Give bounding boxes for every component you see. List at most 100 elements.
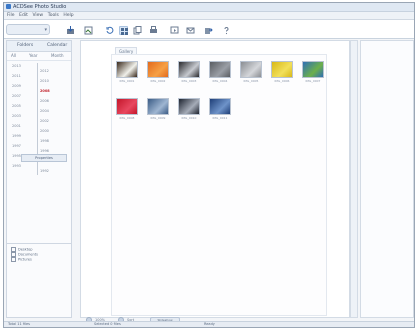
thumbnail-caption: IMG_0010: [181, 116, 197, 120]
folder-label: Pictures: [18, 257, 32, 262]
thumbnail[interactable]: IMG_0005: [240, 61, 262, 83]
folder-label: Documents: [18, 252, 38, 257]
thumbnail[interactable]: IMG_0007: [302, 61, 324, 83]
help-icon[interactable]: [222, 26, 231, 35]
tree-item[interactable]: 2011: [12, 74, 21, 78]
thumbnail-image: [116, 98, 138, 115]
sidebar-subtabs: All Year Month: [7, 52, 71, 61]
tree-item[interactable]: 2000: [40, 129, 49, 133]
menu-file[interactable]: File: [7, 13, 15, 18]
thumbnail-caption: IMG_0003: [181, 79, 197, 83]
gallery-icon[interactable]: [119, 26, 128, 35]
thumbnail-caption: IMG_0011: [212, 116, 228, 120]
tree-item[interactable]: 2003: [12, 114, 21, 118]
tree-item[interactable]: 2009: [12, 84, 21, 88]
right-panel: [360, 40, 414, 318]
tree-item[interactable]: 2007: [12, 94, 21, 98]
thumbnail[interactable]: IMG_0004: [209, 61, 231, 83]
thumbnail-image: [302, 61, 324, 78]
thumbnail-image: [240, 61, 262, 78]
tree-item[interactable]: 2013: [12, 64, 21, 68]
thumbnail-image: [178, 61, 200, 78]
thumbnail-image: [209, 61, 231, 78]
rotate-icon[interactable]: [105, 26, 114, 35]
tree-item[interactable]: 1993: [12, 164, 21, 168]
thumbnail-caption: IMG_0002: [150, 79, 166, 83]
subtab-all[interactable]: All: [11, 53, 16, 58]
menu-help[interactable]: Help: [63, 13, 73, 18]
tree-item[interactable]: 2001: [12, 124, 21, 128]
thumbnail-image: [209, 98, 231, 115]
status-bar: Total 11 files Selected 0 files Ready: [4, 321, 414, 327]
sidebar-divider: [7, 243, 71, 244]
tree-item[interactable]: 2012: [40, 69, 49, 73]
chevron-down-icon: ▾: [44, 27, 47, 33]
thumbnail[interactable]: IMG_0001: [116, 61, 138, 83]
thumbnail[interactable]: IMG_0008: [116, 98, 138, 120]
tab-folders[interactable]: Folders: [17, 43, 33, 48]
thumbnail-image: [178, 98, 200, 115]
thumbnail-caption: IMG_0009: [150, 116, 166, 120]
app-icon: [6, 4, 11, 9]
menu-view[interactable]: View: [32, 13, 43, 18]
thumbnail-image: [116, 61, 138, 78]
sidebar-tabs: Folders Calendar: [7, 41, 71, 52]
thumbnail[interactable]: IMG_0006: [271, 61, 293, 83]
thumbnail-caption: IMG_0008: [119, 116, 135, 120]
tree-item[interactable]: 1992: [40, 169, 49, 173]
status-total: Total 11 files: [8, 322, 31, 326]
subtab-year[interactable]: Year: [29, 53, 37, 58]
tree-item[interactable]: 2005: [12, 104, 21, 108]
app-window: ACDSee Photo Studio File Edit View Tools…: [3, 2, 415, 328]
thumbnail-image: [271, 61, 293, 78]
menu-bar: File Edit View Tools Help: [4, 12, 414, 20]
calendar-tree: 2013 2012 2011 2010 2009 2008 2007 2006 2005 2004…: [7, 61, 71, 183]
tree-item[interactable]: 1995: [12, 154, 21, 158]
menu-tools[interactable]: Tools: [48, 13, 59, 18]
thumbnail-caption: IMG_0001: [119, 79, 135, 83]
tree-item[interactable]: 1998: [40, 139, 49, 143]
thumbnail[interactable]: IMG_0002: [147, 61, 169, 83]
print-icon[interactable]: [149, 26, 158, 35]
thumbnail[interactable]: IMG_0009: [147, 98, 169, 120]
tree-item[interactable]: 2008: [40, 89, 50, 93]
tree-item[interactable]: 2006: [40, 99, 49, 103]
tree-item[interactable]: 2010: [40, 79, 49, 83]
content-pane: Gallery IMG_0001 IMG_0002 IMG_0003 IMG_0004…: [80, 40, 350, 318]
status-ready: Ready: [204, 322, 215, 326]
checkbox-icon[interactable]: [11, 257, 16, 262]
window-title: ACDSee Photo Studio: [13, 4, 67, 10]
email-icon[interactable]: [186, 26, 195, 35]
thumbnail-image: [147, 98, 169, 115]
sidebar: Folders Calendar All Year Month 2013 2012…: [6, 40, 72, 318]
status-selected: Selected 0 files: [94, 322, 121, 326]
content-scrollbar[interactable]: [350, 40, 358, 318]
tree-item[interactable]: 1999: [12, 134, 21, 138]
import-icon[interactable]: [66, 26, 75, 35]
title-bar: ACDSee Photo Studio: [4, 3, 414, 12]
slideshow-icon[interactable]: [170, 26, 179, 35]
thumbnail-caption: IMG_0004: [212, 79, 228, 83]
menu-edit[interactable]: Edit: [19, 13, 28, 18]
tree-item[interactable]: 1996: [40, 149, 49, 153]
tree-item[interactable]: 2004: [40, 109, 49, 113]
thumbnail[interactable]: IMG_0011: [209, 98, 231, 120]
folder-item[interactable]: Pictures: [11, 257, 67, 262]
subtab-month[interactable]: Month: [51, 53, 64, 58]
gallery-area: IMG_0001 IMG_0002 IMG_0003 IMG_0004 IMG_0005…: [111, 54, 327, 316]
thumbnail[interactable]: IMG_0010: [178, 98, 200, 120]
export-icon[interactable]: [204, 26, 213, 35]
properties-button[interactable]: Properties: [21, 154, 67, 162]
copy-icon[interactable]: [133, 26, 142, 35]
tree-item[interactable]: 1997: [12, 144, 21, 148]
thumbnail-caption: IMG_0007: [305, 79, 321, 83]
thumbnail[interactable]: IMG_0003: [178, 61, 200, 83]
batch-icon[interactable]: [84, 26, 93, 35]
thumbnail-caption: IMG_0005: [243, 79, 259, 83]
mode-dropdown[interactable]: ▾: [6, 24, 50, 35]
sidebar-bottom-list: Desktop Documents Pictures: [11, 247, 67, 262]
tab-calendar[interactable]: Calendar: [47, 43, 67, 48]
folder-label: Desktop: [18, 247, 33, 252]
thumbnail-caption: IMG_0006: [274, 79, 290, 83]
tree-item[interactable]: 2002: [40, 119, 49, 123]
